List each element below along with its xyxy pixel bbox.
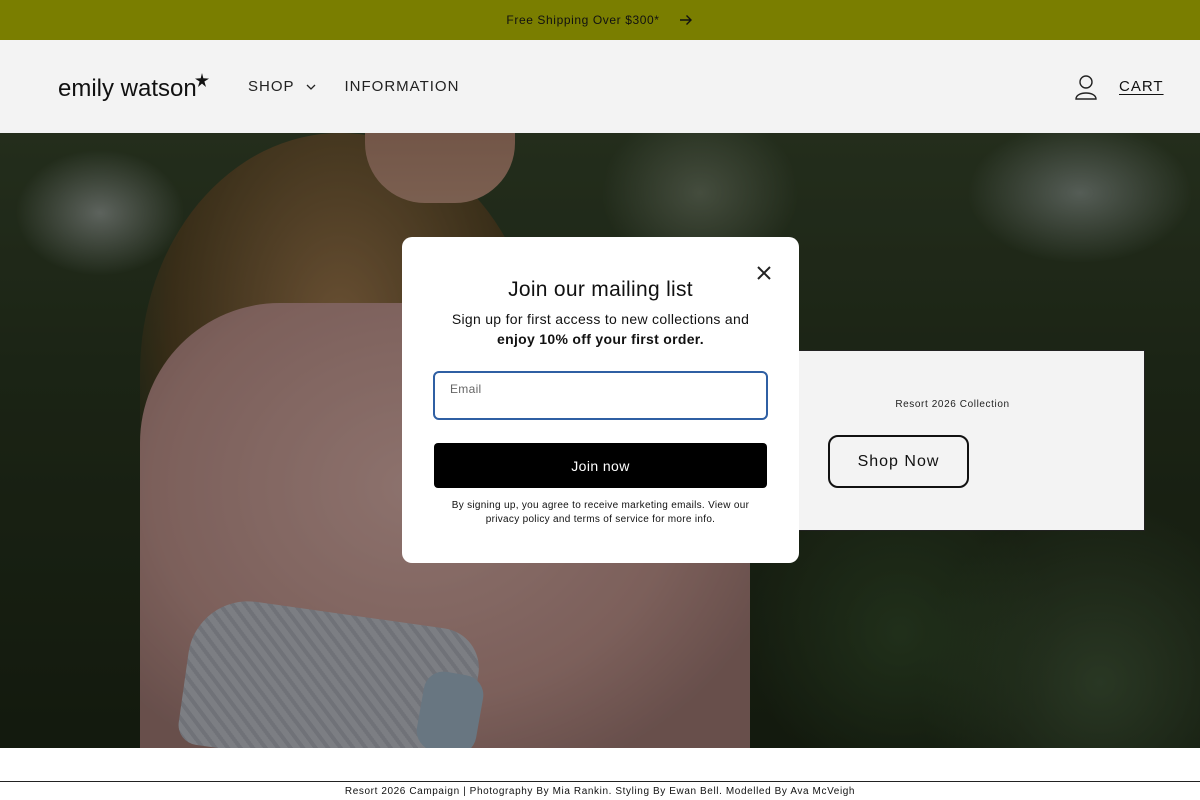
arrow-right-icon[interactable] bbox=[678, 12, 694, 28]
join-now-button[interactable]: Join now bbox=[434, 443, 767, 488]
nav-item-information[interactable]: INFORMATION bbox=[345, 78, 460, 95]
promo-box: Resort 2026 Collection Shop Now bbox=[760, 350, 1145, 531]
nav-item-information-label: INFORMATION bbox=[344, 78, 460, 95]
nav-item-shop[interactable]: SHOP bbox=[248, 78, 317, 95]
modal-description: Sign up for first access to new collecti… bbox=[432, 309, 769, 349]
email-field[interactable]: Email bbox=[433, 371, 768, 420]
announcement-bar[interactable]: Free Shipping Over $300* bbox=[0, 0, 1200, 40]
logo[interactable]: emily watson bbox=[58, 71, 209, 101]
modal-description-plain: Sign up for first access to new collecti… bbox=[451, 311, 750, 327]
email-input[interactable] bbox=[449, 395, 754, 415]
announcement-text: Free Shipping Over $300* bbox=[506, 13, 660, 27]
nav-item-shop-label: SHOP bbox=[248, 78, 295, 95]
modal-description-bold: enjoy 10% off your first order. bbox=[497, 331, 704, 347]
cart-link[interactable]: CART bbox=[1119, 78, 1164, 95]
newsletter-modal: Join our mailing list Sign up for first … bbox=[402, 237, 799, 563]
campaign-credits: Resort 2026 Campaign | Photography By Mi… bbox=[344, 786, 856, 797]
shop-now-button[interactable]: Shop Now bbox=[828, 435, 969, 488]
modal-title: Join our mailing list bbox=[508, 278, 693, 301]
main-nav: SHOP INFORMATION bbox=[248, 78, 459, 95]
signup-disclaimer: By signing up, you agree to receive mark… bbox=[451, 500, 750, 525]
star-icon bbox=[194, 73, 209, 87]
email-label: Email bbox=[450, 382, 482, 396]
footer-divider bbox=[0, 781, 1200, 782]
site-header: emily watson SHOP INFORMATION CART bbox=[0, 40, 1200, 133]
chevron-down-icon bbox=[305, 81, 317, 93]
account-icon[interactable] bbox=[1074, 74, 1098, 100]
logo-text: emily watson bbox=[58, 75, 197, 102]
promo-subtitle: Resort 2026 Collection bbox=[895, 399, 1010, 410]
